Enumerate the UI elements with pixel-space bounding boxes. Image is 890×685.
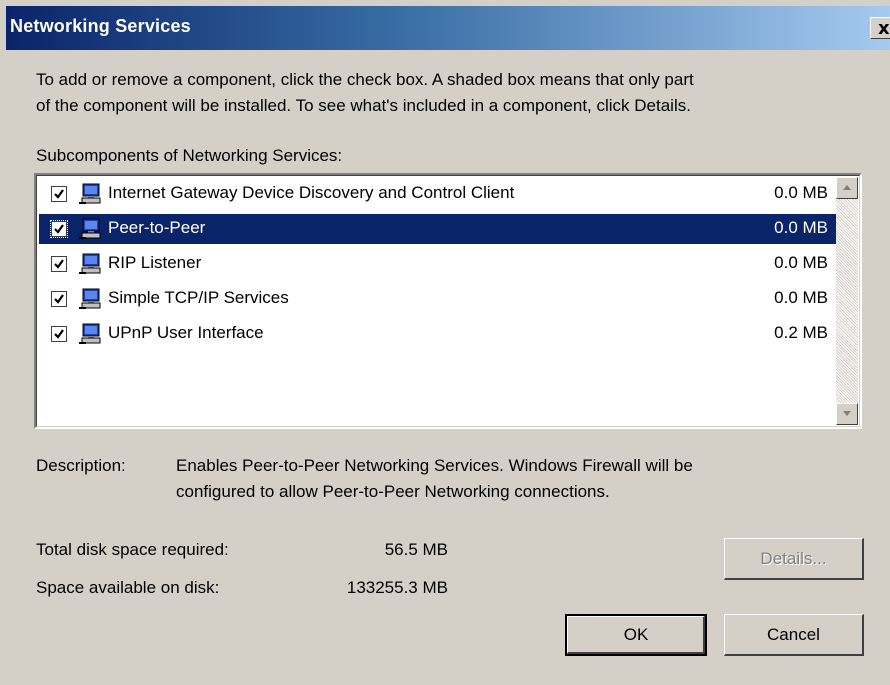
component-row[interactable]: UPnP User Interface 0.2 MB (39, 319, 840, 349)
component-name: Peer-to-Peer (108, 218, 206, 237)
description-text-line-2: configured to allow Peer-to-Peer Network… (176, 482, 610, 501)
component-name: UPnP User Interface (108, 323, 264, 342)
component-checkbox[interactable] (50, 220, 68, 238)
network-computer-icon (79, 183, 103, 205)
intro-text-line-2: of the component will be installed. To s… (36, 96, 691, 115)
arrow-up-icon (843, 185, 851, 190)
component-size: 0.0 MB (774, 288, 828, 307)
vertical-scrollbar[interactable] (836, 177, 858, 425)
arrow-down-icon (843, 411, 851, 416)
component-size: 0.0 MB (774, 218, 828, 237)
window-title: Networking Services (10, 16, 191, 36)
component-row[interactable]: Peer-to-Peer 0.0 MB (39, 214, 840, 244)
network-computer-icon (79, 218, 103, 240)
details-button-label: Details... (760, 549, 827, 568)
cancel-button[interactable]: Cancel (724, 614, 864, 656)
checkmark-icon (54, 329, 64, 339)
intro-text-line-1: To add or remove a component, click the … (36, 70, 694, 89)
component-name: Internet Gateway Device Discovery and Co… (108, 183, 515, 202)
scroll-up-button[interactable] (836, 177, 858, 199)
component-size: 0.2 MB (774, 323, 828, 342)
description-text-line-1: Enables Peer-to-Peer Networking Services… (176, 456, 693, 475)
subcomponents-label: Subcomponents of Networking Services: (36, 146, 343, 165)
component-size: 0.0 MB (774, 183, 828, 202)
component-checkbox[interactable] (51, 186, 67, 202)
component-row[interactable]: Simple TCP/IP Services 0.0 MB (39, 284, 840, 314)
network-computer-icon (79, 253, 103, 275)
checkmark-icon (54, 294, 64, 304)
close-icon: x (878, 18, 890, 39)
title-bar[interactable]: Networking Services x (6, 6, 890, 50)
close-button[interactable]: x (870, 17, 890, 39)
network-computer-icon (79, 288, 103, 310)
component-checkbox[interactable] (51, 326, 67, 342)
description-label: Description: (36, 456, 126, 475)
component-checkbox[interactable] (51, 291, 67, 307)
details-button[interactable]: Details... (724, 538, 864, 580)
component-row[interactable]: Internet Gateway Device Discovery and Co… (39, 179, 840, 209)
component-checkbox[interactable] (51, 256, 67, 272)
total-disk-space-value: 56.5 MB (384, 540, 448, 559)
network-computer-icon (79, 323, 103, 345)
subcomponents-list[interactable]: Internet Gateway Device Discovery and Co… (34, 173, 862, 429)
scroll-down-button[interactable] (836, 403, 858, 425)
component-name: Simple TCP/IP Services (108, 288, 289, 307)
component-row[interactable]: RIP Listener 0.0 MB (39, 249, 840, 279)
available-disk-space-value: 133255.3 MB (346, 578, 448, 597)
networking-services-dialog: Networking Services x To add or remove a… (0, 0, 890, 685)
ok-button[interactable]: OK (565, 614, 707, 656)
component-size: 0.0 MB (774, 253, 828, 272)
component-name: RIP Listener (108, 253, 202, 272)
checkmark-icon (54, 259, 64, 269)
checkmark-icon (54, 224, 64, 234)
cancel-button-label: Cancel (767, 625, 820, 644)
checkmark-icon (54, 189, 64, 199)
